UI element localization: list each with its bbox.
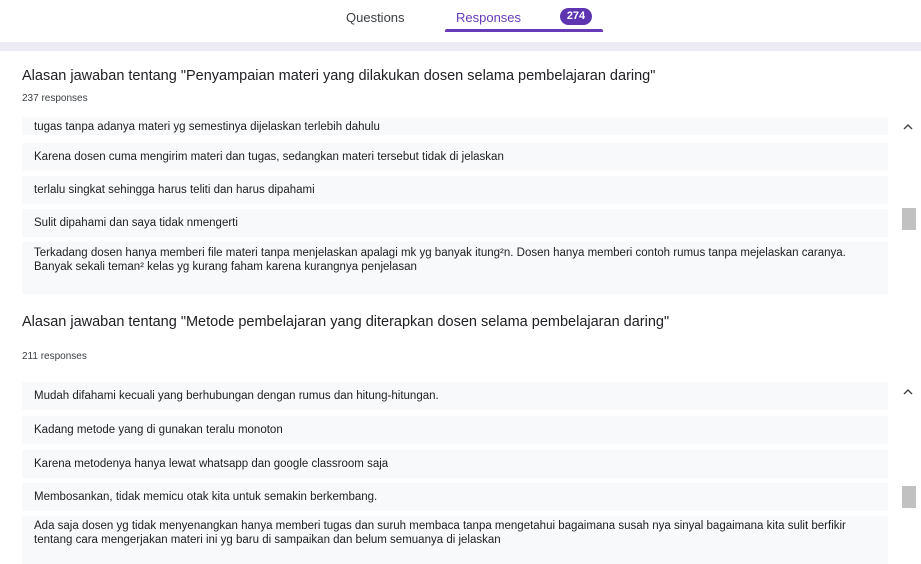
active-tab-indicator <box>445 29 603 32</box>
response-list-2[interactable]: Mudah difahami kecuali yang berhubungan … <box>22 382 888 564</box>
scrollbar-1[interactable] <box>899 117 917 296</box>
response-tabs: Questions Responses 274 <box>0 0 921 34</box>
response-item: Membosankan, tidak memicu otak kita untu… <box>22 483 888 511</box>
response-count-2: 211 responses <box>22 351 87 362</box>
scrollbar-thumb[interactable] <box>902 208 916 230</box>
response-item: Mudah difahami kecuali yang berhubungan … <box>22 382 888 410</box>
response-list-1[interactable]: tugas tanpa adanya materi yg semestinya … <box>22 117 888 296</box>
chevron-up-icon[interactable] <box>902 387 914 399</box>
response-item: Kadang metode yang di gunakan teralu mon… <box>22 416 888 444</box>
responses-count-badge: 274 <box>560 8 592 25</box>
question-title-1: Alasan jawaban tentang "Penyampaian mate… <box>22 68 656 84</box>
tab-responses[interactable]: Responses <box>456 10 521 25</box>
question-title-2: Alasan jawaban tentang "Metode pembelaja… <box>22 314 670 330</box>
response-item: Ada saja dosen yg tidak menyenangkan han… <box>22 516 888 564</box>
chevron-up-icon[interactable] <box>902 122 914 134</box>
tab-questions[interactable]: Questions <box>346 10 405 25</box>
response-item: Terkadang dosen hanya memberi file mater… <box>22 242 888 294</box>
scrollbar-2[interactable] <box>899 382 917 564</box>
response-item: terlalu singkat sehingga harus teliti da… <box>22 176 888 204</box>
header-divider-strip <box>0 42 921 51</box>
response-item: Karena metodenya hanya lewat whatsapp da… <box>22 450 888 478</box>
response-item: tugas tanpa adanya materi yg semestinya … <box>22 117 888 135</box>
scrollbar-thumb[interactable] <box>902 486 916 508</box>
response-count-1: 237 responses <box>22 93 88 104</box>
response-item: Karena dosen cuma mengirim materi dan tu… <box>22 143 888 171</box>
response-item: Sulit dipahami dan saya tidak nmengerti <box>22 209 888 237</box>
